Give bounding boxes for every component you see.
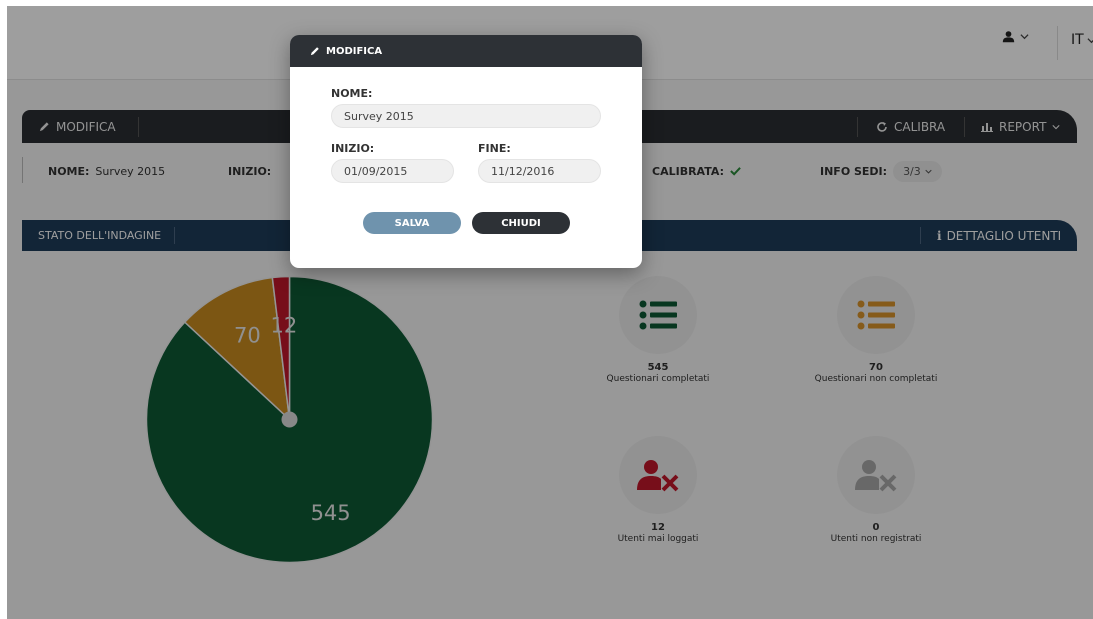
end-date-field[interactable]: 11/12/2016 bbox=[478, 159, 601, 183]
modal-title: MODIFICA bbox=[326, 45, 383, 57]
app-frame: IT MODIFICA CALIBRA REPORT NOME: Survey … bbox=[7, 6, 1093, 619]
edit-modal: MODIFICA NOME: Survey 2015 INIZIO: 01/09… bbox=[290, 35, 642, 268]
start-date-field[interactable]: 01/09/2015 bbox=[331, 159, 454, 183]
name-field-label: NOME: bbox=[331, 87, 373, 100]
start-date-label: INIZIO: bbox=[331, 142, 375, 155]
save-button[interactable]: SALVA bbox=[363, 212, 461, 234]
pencil-icon bbox=[310, 47, 319, 56]
close-button[interactable]: CHIUDI bbox=[472, 212, 570, 234]
name-field[interactable]: Survey 2015 bbox=[331, 104, 601, 128]
end-date-label: FINE: bbox=[478, 142, 511, 155]
modal-header: MODIFICA bbox=[290, 35, 642, 67]
